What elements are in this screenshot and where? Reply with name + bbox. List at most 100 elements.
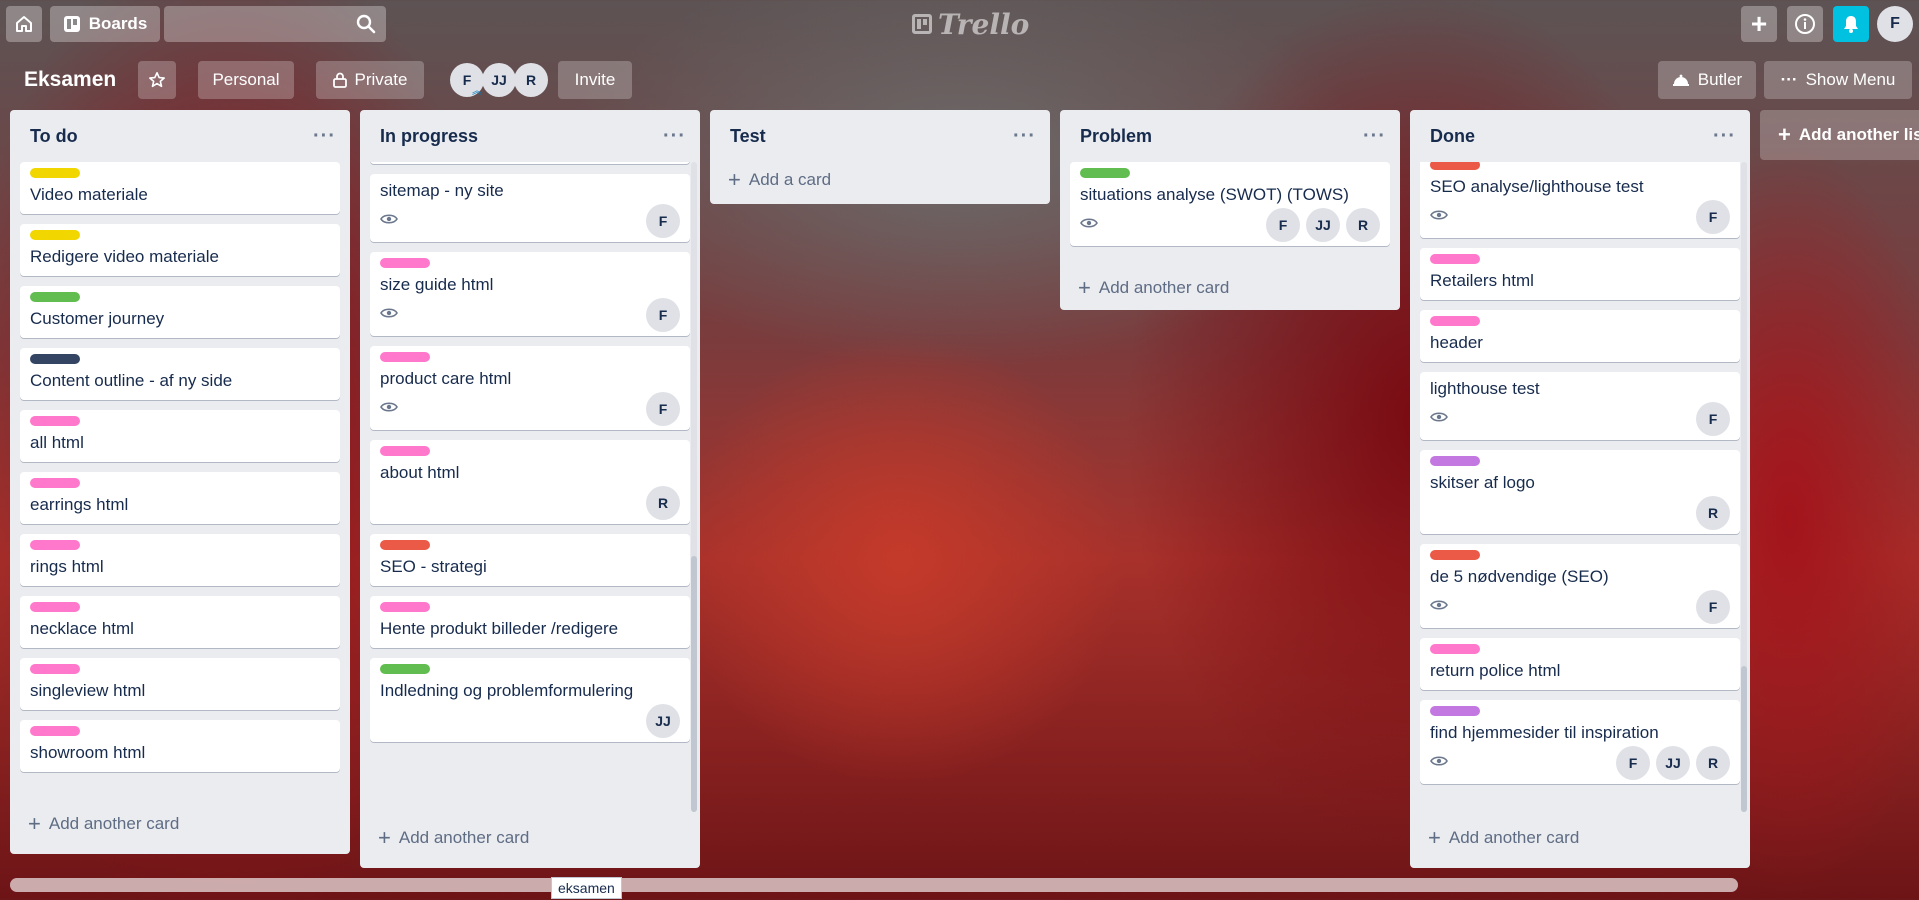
card[interactable]: lighthouse test F [1420, 372, 1740, 440]
card-member-avatar[interactable]: R [1696, 496, 1730, 530]
card-label-purple[interactable] [1430, 456, 1480, 466]
card[interactable]: SEO - strategi [370, 534, 690, 586]
card[interactable]: Content outline - af ny side [20, 348, 340, 400]
card[interactable]: skitser af logo R [1420, 450, 1740, 534]
board-horizontal-scrollbar[interactable] [10, 878, 1738, 892]
show-menu-button[interactable]: ··· Show Menu [1764, 61, 1912, 99]
card[interactable]: SEO analyse/lighthouse test F [1420, 162, 1740, 238]
card[interactable]: find hjemmesider til inspiration F JJ R [1420, 700, 1740, 784]
board-title[interactable]: Eksamen [14, 62, 126, 98]
card-member-avatar[interactable]: F [646, 204, 680, 238]
list-menu-icon[interactable]: ··· [313, 125, 336, 148]
card-member-avatar[interactable]: F [1696, 402, 1730, 436]
card-member-avatar[interactable]: JJ [1306, 208, 1340, 242]
card-label-pink[interactable] [30, 664, 80, 674]
card-label-pink[interactable] [30, 726, 80, 736]
star-button[interactable] [138, 61, 176, 99]
card[interactable]: Retailers html [1420, 248, 1740, 300]
list-menu-icon[interactable]: ··· [1363, 125, 1386, 148]
list-scrollbar[interactable] [691, 556, 697, 812]
card-label-red[interactable] [1430, 550, 1480, 560]
card[interactable]: size guide html F [370, 252, 690, 336]
card[interactable]: product care html F [370, 346, 690, 430]
trello-logo[interactable]: Trello [912, 8, 1029, 41]
list-header[interactable]: Test ··· [710, 110, 1050, 162]
card[interactable]: Indledning og problemformulering JJ [370, 658, 690, 742]
card[interactable]: Redigere video materiale [20, 224, 340, 276]
card-member-avatar[interactable]: JJ [1656, 746, 1690, 780]
list-scrollbar[interactable] [1741, 666, 1747, 812]
list-menu-icon[interactable]: ··· [663, 125, 686, 148]
card-label-pink[interactable] [380, 258, 430, 268]
add-list-button[interactable]: + Add another list [1760, 110, 1919, 160]
search-icon[interactable] [356, 14, 376, 34]
card[interactable]: showroom html [20, 720, 340, 772]
card-member-avatar[interactable]: JJ [646, 704, 680, 738]
list-title[interactable]: Problem [1080, 126, 1152, 147]
add-card-button[interactable]: + Add a card [720, 162, 1040, 198]
add-card-button[interactable]: + Add another card [370, 820, 690, 856]
card[interactable] [370, 162, 690, 164]
card-member-avatar[interactable]: R [1696, 746, 1730, 780]
card-member-avatar[interactable]: F [1266, 208, 1300, 242]
privacy-button[interactable]: Private [316, 61, 424, 99]
card-member-avatar[interactable]: F [646, 298, 680, 332]
boards-button[interactable]: Boards [50, 6, 160, 42]
card-label-green[interactable] [1080, 168, 1130, 178]
card[interactable]: Customer journey [20, 286, 340, 338]
list-menu-icon[interactable]: ··· [1013, 125, 1036, 148]
card-label-pink[interactable] [30, 602, 80, 612]
card[interactable]: header [1420, 310, 1740, 362]
board-scrollbar-thumb[interactable] [10, 878, 1738, 892]
card-member-avatar[interactable]: F [1696, 200, 1730, 234]
card-label-purple[interactable] [1430, 706, 1480, 716]
card[interactable]: de 5 nødvendige (SEO) F [1420, 544, 1740, 628]
card-label-pink[interactable] [30, 478, 80, 488]
card[interactable]: Hente produkt billeder /redigere [370, 596, 690, 648]
card-label-pink[interactable] [380, 352, 430, 362]
create-button[interactable]: + [1741, 6, 1777, 42]
list-header[interactable]: To do ··· [10, 110, 350, 162]
card[interactable]: necklace html [20, 596, 340, 648]
card-label-green[interactable] [380, 664, 430, 674]
add-card-button[interactable]: + Add another card [1420, 820, 1740, 856]
card-label-pink[interactable] [30, 540, 80, 550]
add-card-button[interactable]: + Add another card [1070, 270, 1390, 306]
notifications-button[interactable] [1833, 6, 1869, 42]
list-header[interactable]: Done ··· [1410, 110, 1750, 162]
team-visibility-button[interactable]: Personal [198, 61, 294, 99]
butler-button[interactable]: Butler [1658, 61, 1756, 99]
card-label-navy[interactable] [30, 354, 80, 364]
card[interactable]: all html [20, 410, 340, 462]
card-label-pink[interactable] [380, 446, 430, 456]
list-title[interactable]: To do [30, 126, 78, 147]
card[interactable]: situations analyse (SWOT) (TOWS) F JJ R [1070, 162, 1390, 246]
card-member-avatar[interactable]: F [646, 392, 680, 426]
info-button[interactable] [1787, 6, 1823, 42]
add-card-button[interactable]: + Add another card [20, 806, 340, 842]
card-label-pink[interactable] [380, 602, 430, 612]
card[interactable]: rings html [20, 534, 340, 586]
card[interactable]: singleview html [20, 658, 340, 710]
card-label-yellow[interactable] [30, 230, 80, 240]
card[interactable]: about html R [370, 440, 690, 524]
card[interactable]: sitemap - ny site F [370, 174, 690, 242]
card[interactable]: earrings html [20, 472, 340, 524]
board-member-avatar[interactable]: R [514, 63, 548, 97]
card-label-red[interactable] [380, 540, 430, 550]
card-label-red[interactable] [1430, 162, 1480, 170]
list-menu-icon[interactable]: ··· [1713, 125, 1736, 148]
card-member-avatar[interactable]: F [1616, 746, 1650, 780]
board-member-avatar[interactable]: JJ [482, 63, 516, 97]
card-label-pink[interactable] [1430, 644, 1480, 654]
card-label-yellow[interactable] [30, 168, 80, 178]
card-label-pink[interactable] [1430, 254, 1480, 264]
user-avatar[interactable]: F [1877, 6, 1913, 42]
list-title[interactable]: In progress [380, 126, 478, 147]
card[interactable]: Video materiale [20, 162, 340, 214]
card-label-green[interactable] [30, 292, 80, 302]
list-title[interactable]: Done [1430, 126, 1475, 147]
card-label-pink[interactable] [30, 416, 80, 426]
list-header[interactable]: Problem ··· [1060, 110, 1400, 162]
list-title[interactable]: Test [730, 126, 766, 147]
